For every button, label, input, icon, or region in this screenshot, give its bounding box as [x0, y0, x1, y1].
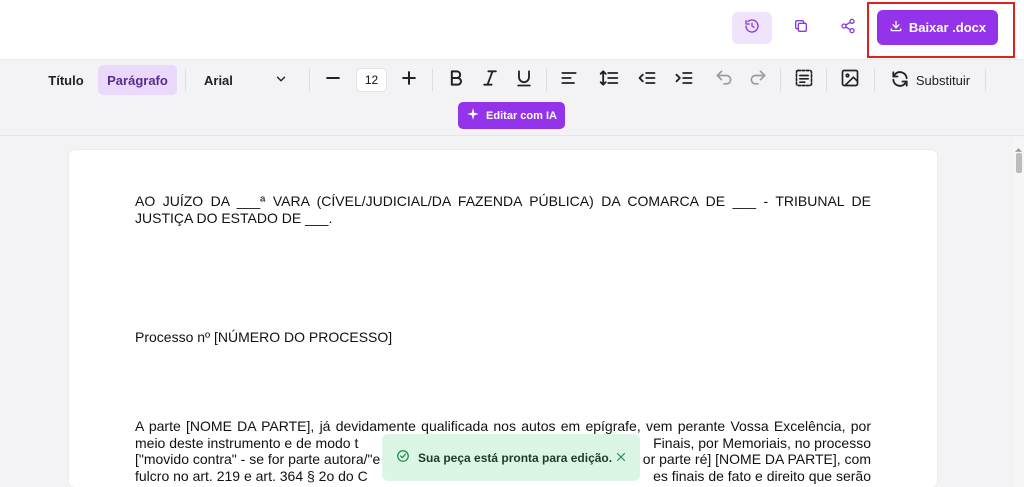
document-paragraph-heading[interactable]: AO JUÍZO DA ___ª VARA (CÍVEL/JUDICIAL/DA…	[135, 193, 871, 226]
minus-icon	[323, 68, 343, 93]
close-icon[interactable]	[614, 450, 628, 464]
outdent-icon	[637, 68, 657, 93]
copy-button[interactable]	[781, 12, 821, 44]
insert-image-button[interactable]	[839, 68, 861, 93]
undo-icon	[714, 68, 734, 93]
check-circle-icon	[396, 449, 410, 466]
refresh-icon	[890, 69, 910, 92]
font-size-input[interactable]: 12	[356, 68, 387, 92]
history-icon	[744, 18, 760, 39]
edit-with-ai-label: Editar com IA	[486, 109, 557, 122]
replace-label: Substituir	[915, 72, 971, 88]
scrollbar-thumb[interactable]	[1016, 153, 1022, 173]
edit-with-ai-button[interactable]: Editar com IA	[458, 102, 565, 129]
body-line-start: ["movido contra" - se for parte autora/"…	[135, 451, 381, 467]
italic-button[interactable]	[479, 68, 501, 93]
replace-button[interactable]: Substituir	[884, 65, 976, 95]
copy-icon	[793, 18, 809, 39]
select-all-button[interactable]	[793, 68, 815, 93]
toast-message: Sua peça está pronta para edição.	[418, 450, 613, 465]
underline-button[interactable]	[513, 68, 535, 93]
redo-button[interactable]	[747, 70, 769, 90]
align-left-icon	[559, 68, 579, 93]
share-icon	[840, 18, 856, 39]
body-line-end: es finais de fato e direito que serão	[653, 467, 871, 484]
scroll-up-arrow-icon[interactable]	[1014, 140, 1023, 152]
body-line-start: fulcro no art. 219 e art. 364 § 2o do C	[135, 467, 368, 484]
document-paragraph-process[interactable]: Processo nº [NÚMERO DO PROCESSO]	[135, 329, 871, 346]
style-title-button[interactable]: Título	[40, 65, 92, 95]
toolbar-divider	[780, 69, 781, 91]
italic-icon	[480, 68, 500, 93]
top-bar: Baixar .docx	[0, 0, 1024, 60]
toolbar-divider	[546, 69, 547, 91]
plus-icon	[399, 68, 419, 93]
chevron-down-icon	[274, 72, 288, 89]
download-label: Baixar .docx	[908, 20, 987, 35]
style-paragraph-button[interactable]: Parágrafo	[98, 65, 177, 95]
download-docx-button[interactable]: Baixar .docx	[877, 10, 998, 45]
outdent-button[interactable]	[636, 70, 658, 90]
font-family-select[interactable]: Arial	[194, 65, 298, 95]
share-button[interactable]	[828, 12, 868, 44]
body-line-end: or parte ré] [NOME DA PARTE], com	[642, 451, 871, 467]
bold-button[interactable]	[445, 68, 467, 93]
vertical-scrollbar[interactable]	[1013, 137, 1024, 487]
body-line-end: Finais, por Memoriais, no processo	[653, 434, 871, 451]
sparkle-icon	[466, 107, 480, 124]
decrease-size-button[interactable]	[322, 70, 344, 90]
indent-button[interactable]	[673, 70, 695, 90]
align-button[interactable]	[558, 70, 580, 90]
toolbar-divider	[432, 69, 433, 91]
underline-icon	[514, 68, 534, 93]
line-height-button[interactable]	[597, 68, 621, 93]
image-icon	[840, 68, 860, 93]
select-all-icon	[794, 68, 814, 93]
bold-icon	[446, 68, 466, 93]
toolbar-divider	[309, 69, 310, 91]
redo-icon	[748, 68, 768, 93]
font-family-value: Arial	[204, 72, 233, 88]
increase-size-button[interactable]	[398, 70, 420, 90]
success-toast: Sua peça está pronta para edição.	[382, 434, 640, 481]
line-height-icon	[599, 68, 619, 93]
toolbar-divider	[826, 69, 827, 91]
toolbar-divider	[985, 69, 986, 91]
body-line-start: meio deste instrumento e de modo t	[135, 434, 359, 451]
toolbar-divider	[874, 69, 875, 91]
indent-icon	[674, 68, 694, 93]
download-icon	[889, 19, 903, 36]
toolbar-divider	[185, 69, 186, 91]
undo-button[interactable]	[713, 70, 735, 90]
body-line: A parte [NOME DA PARTE], já devidamente …	[135, 418, 871, 434]
history-button[interactable]	[732, 12, 772, 44]
